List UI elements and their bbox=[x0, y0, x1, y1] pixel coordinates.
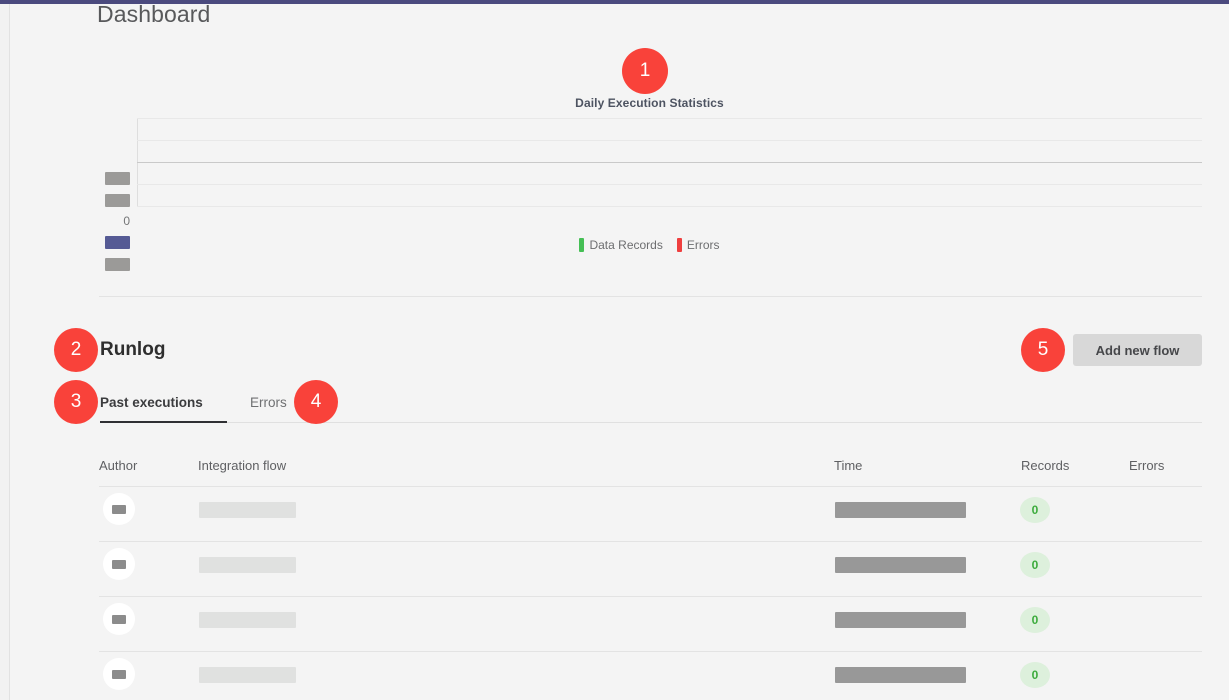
sidebar-rail bbox=[0, 4, 10, 700]
y-tick-label-redacted-4 bbox=[105, 258, 130, 271]
dashboard-page: Dashboard Daily Execution Statistics 0 D… bbox=[0, 0, 1229, 700]
time-redacted bbox=[835, 502, 966, 518]
column-header-records: Records bbox=[1021, 458, 1070, 473]
avatar bbox=[103, 548, 135, 580]
avatar bbox=[103, 658, 135, 690]
avatar-redacted-initials bbox=[112, 559, 126, 569]
tab-bar-underline bbox=[227, 422, 1202, 423]
column-header-author: Author bbox=[99, 458, 138, 473]
chart-plot-area bbox=[137, 118, 1202, 207]
annotation-marker-2: 2 bbox=[54, 328, 98, 372]
y-tick-label-zero: 0 bbox=[123, 214, 130, 228]
column-header-integration-flow: Integration flow bbox=[198, 458, 287, 473]
legend-item-errors[interactable]: Errors bbox=[676, 238, 720, 252]
runlog-tabs: Past executions Errors bbox=[100, 388, 1202, 424]
time-redacted bbox=[835, 667, 966, 683]
add-new-flow-button[interactable]: Add new flow bbox=[1073, 334, 1202, 366]
integration-flow-redacted bbox=[199, 557, 296, 573]
integration-flow-redacted bbox=[199, 612, 296, 628]
legend-swatch-icon-data-records bbox=[579, 238, 585, 252]
integration-flow-redacted bbox=[199, 667, 296, 683]
avatar bbox=[103, 493, 135, 525]
column-header-time: Time bbox=[834, 458, 863, 473]
page-title: Dashboard bbox=[97, 1, 211, 27]
table-row[interactable]: 0 bbox=[99, 597, 1202, 652]
table-row[interactable]: 0 bbox=[99, 487, 1202, 542]
y-tick-label-redacted-2 bbox=[105, 194, 130, 207]
annotation-marker-5: 5 bbox=[1021, 328, 1065, 372]
annotation-marker-4: 4 bbox=[294, 380, 338, 424]
legend-label-data-records: Data Records bbox=[589, 238, 663, 252]
column-header-errors: Errors bbox=[1129, 458, 1165, 473]
records-badge: 0 bbox=[1020, 662, 1050, 688]
records-badge: 0 bbox=[1020, 497, 1050, 523]
avatar bbox=[103, 603, 135, 635]
avatar-redacted-initials bbox=[112, 504, 126, 514]
annotation-marker-1: 1 bbox=[622, 48, 668, 94]
records-badge: 0 bbox=[1020, 607, 1050, 633]
legend-label-errors: Errors bbox=[686, 238, 720, 252]
tab-active-underline bbox=[100, 421, 227, 423]
chart-legend: Data Records Errors bbox=[97, 238, 1202, 252]
table-row[interactable]: 0 bbox=[99, 542, 1202, 597]
records-badge: 0 bbox=[1020, 552, 1050, 578]
gridline-5 bbox=[137, 206, 1202, 207]
runlog-heading: Runlog bbox=[100, 339, 166, 360]
table-row[interactable]: 0 bbox=[99, 652, 1202, 700]
gridline-zero bbox=[137, 162, 1202, 163]
runlog-table: Author Integration flow Time Records Err… bbox=[99, 458, 1202, 700]
time-redacted bbox=[835, 612, 966, 628]
avatar-redacted-initials bbox=[112, 669, 126, 679]
legend-item-data-records[interactable]: Data Records bbox=[579, 238, 663, 252]
legend-swatch-icon-errors bbox=[676, 238, 682, 252]
table-header-row: Author Integration flow Time Records Err… bbox=[99, 458, 1202, 487]
time-redacted bbox=[835, 557, 966, 573]
gridline-4 bbox=[137, 184, 1202, 185]
tab-errors[interactable]: Errors bbox=[250, 388, 287, 418]
gridline-2 bbox=[137, 140, 1202, 141]
avatar-redacted-initials bbox=[112, 614, 126, 624]
gridline-1 bbox=[137, 118, 1202, 119]
section-divider bbox=[99, 296, 1202, 297]
tab-past-executions[interactable]: Past executions bbox=[100, 388, 203, 418]
integration-flow-redacted bbox=[199, 502, 296, 518]
y-tick-label-redacted-1 bbox=[105, 172, 130, 185]
chart-title: Daily Execution Statistics bbox=[575, 96, 724, 110]
annotation-marker-3: 3 bbox=[54, 380, 98, 424]
